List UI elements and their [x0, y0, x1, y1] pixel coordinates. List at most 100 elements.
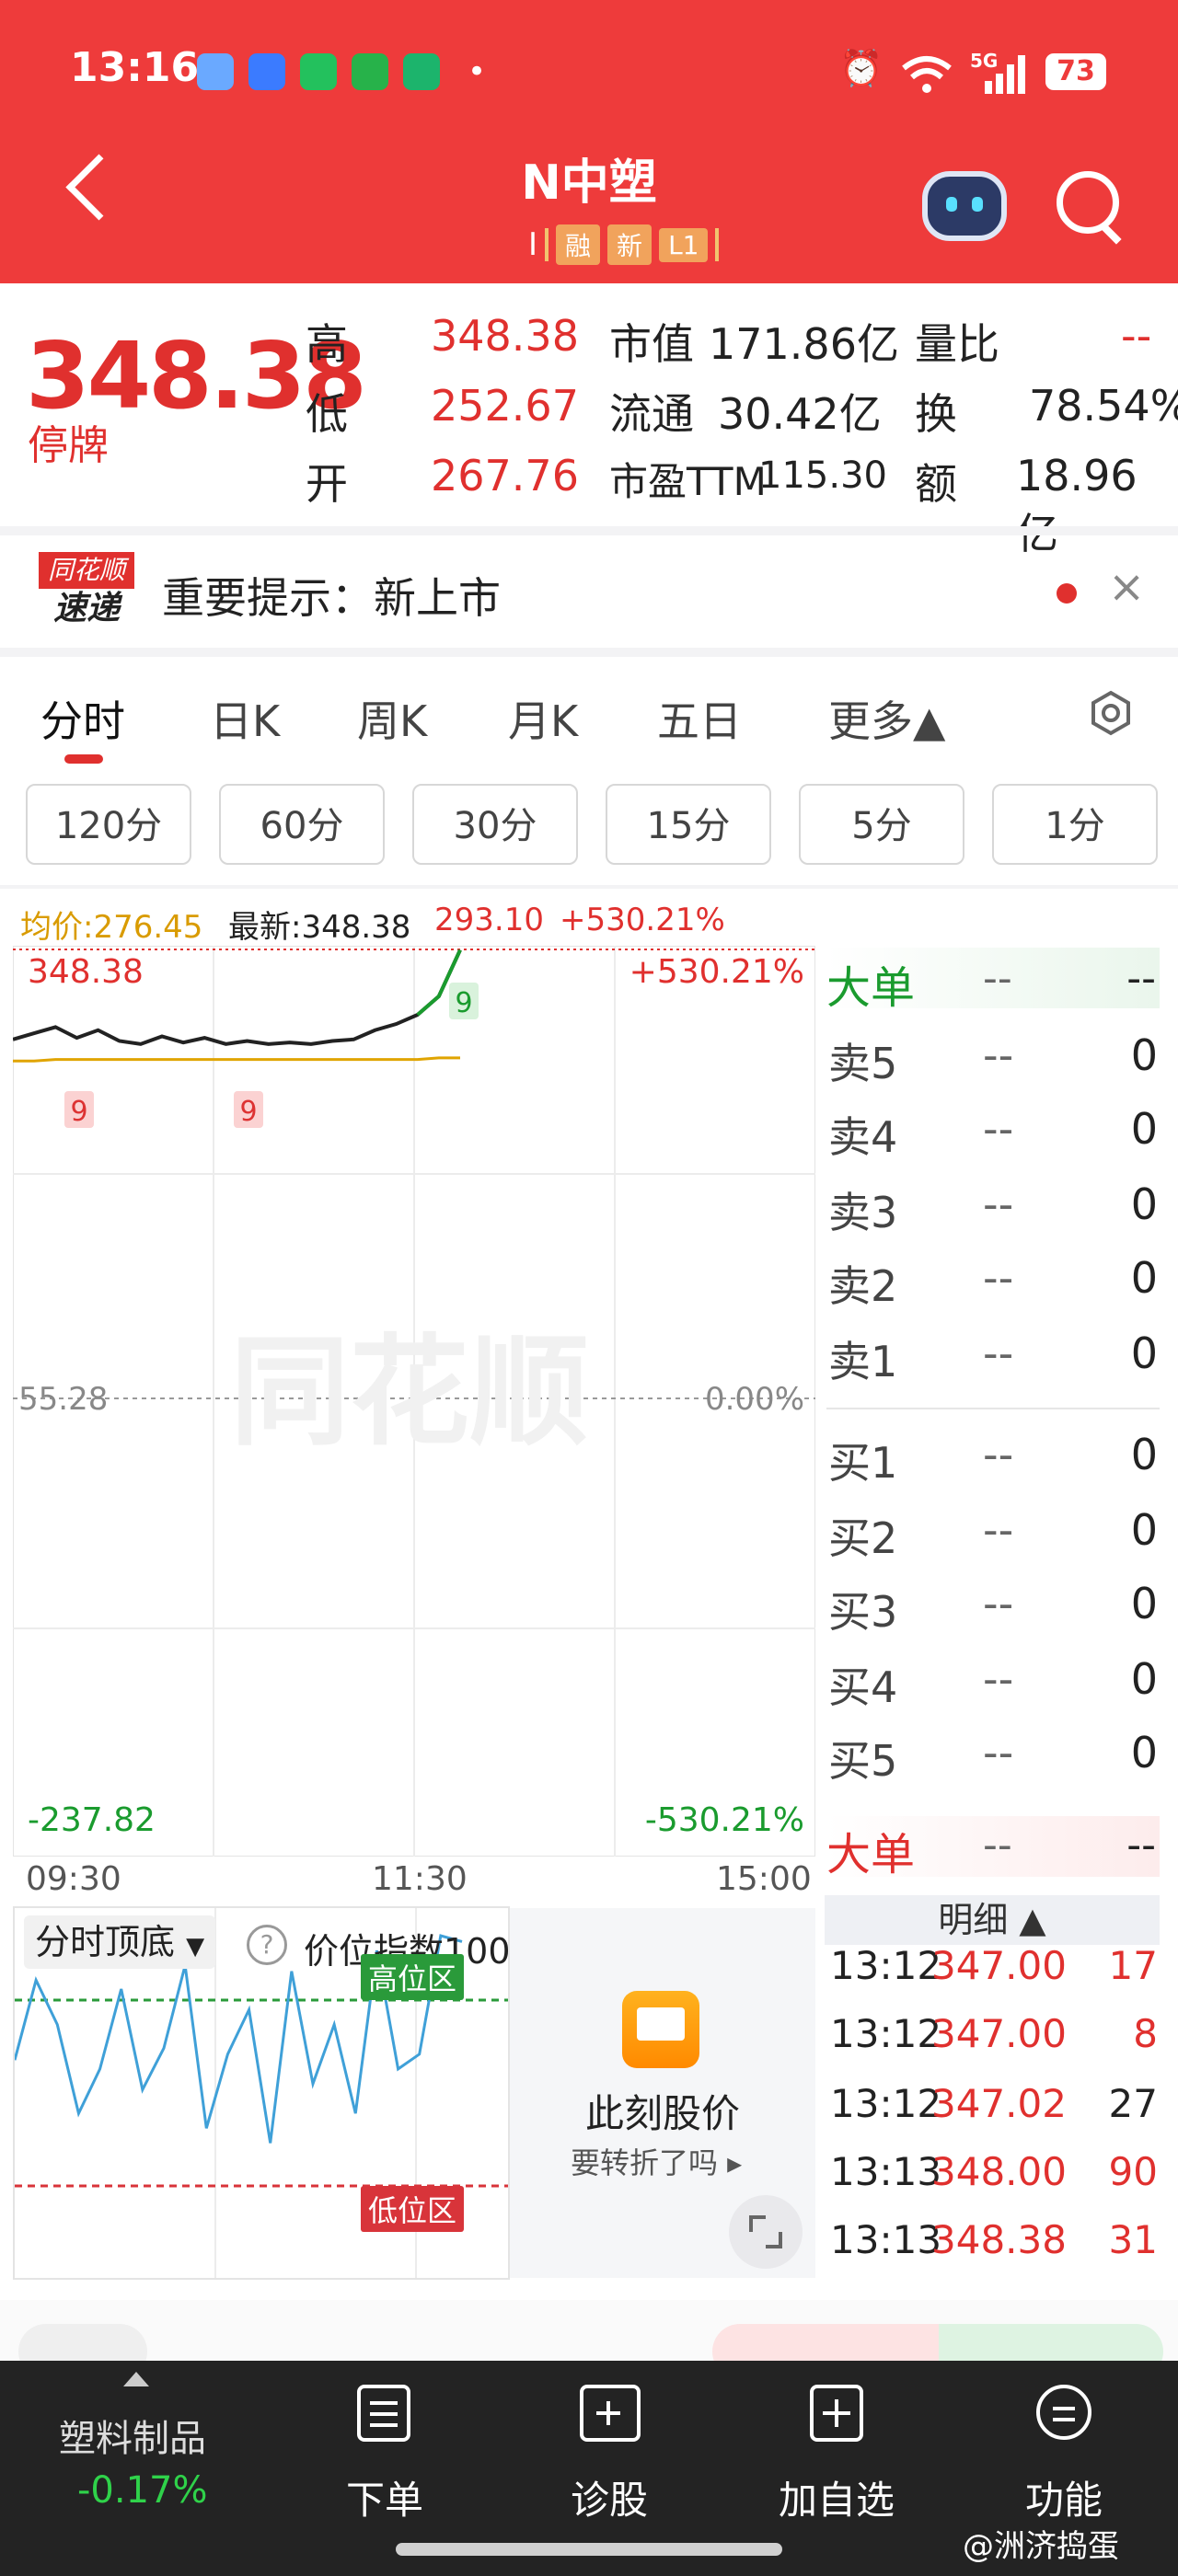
indicator-selector[interactable]: 分时顶底 ▼ [24, 1915, 216, 1969]
order-document-icon[interactable] [357, 2385, 410, 2442]
sell-5-label: 卖5 [828, 1039, 898, 1088]
buy-3-label: 买3 [828, 1587, 898, 1637]
interval-5min-button[interactable]: 5分 [799, 784, 964, 865]
notice-close-button[interactable]: × [1108, 561, 1145, 613]
sector-name[interactable]: 塑料制品 [59, 2409, 206, 2462]
label-open: 开 [306, 459, 348, 509]
trade-detail-row: 13:13 348.00 90 [826, 2149, 1160, 2219]
big-order-dash-right-bottom: -- [1126, 1822, 1156, 1869]
tab-weekly-k[interactable]: 周K [357, 688, 427, 749]
label-market-cap: 市值 [609, 319, 694, 369]
average-price-line [13, 1056, 460, 1063]
sell-4-row: 卖4 -- 0 [826, 1095, 1158, 1168]
functions-menu-icon[interactable] [1036, 2385, 1091, 2440]
sell-2-price: -- [983, 1253, 1014, 1303]
buy-1-row: 买1 -- 0 [826, 1420, 1158, 1494]
interval-1min-button[interactable]: 1分 [992, 784, 1158, 865]
sell-4-label: 卖4 [828, 1112, 898, 1162]
badge-level: L1 [659, 227, 709, 262]
buy-5-volume: 0 [1130, 1728, 1158, 1777]
big-order-label: 大单 [826, 962, 916, 1014]
interval-120min-button[interactable]: 120分 [26, 784, 191, 865]
search-icon[interactable] [1057, 171, 1119, 234]
buy-5-price: -- [983, 1728, 1014, 1777]
order-book-divider [826, 1408, 1160, 1409]
buy-2-volume: 0 [1130, 1505, 1158, 1555]
indicator-help-icon[interactable]: ? [247, 1925, 287, 1965]
signal-marker: 9 [239, 1096, 257, 1128]
signal-marker: 9 [455, 987, 472, 1019]
tab-daily-k[interactable]: 日K [210, 688, 280, 749]
trade-volume: 17 [1108, 1943, 1158, 1988]
big-order-bar-top: 大单 -- -- [826, 948, 1160, 1014]
notice-text[interactable]: 重要提示：新上市 [162, 565, 501, 626]
section-divider [0, 885, 1178, 889]
trade-price: 347.00 [931, 1943, 1067, 1988]
trade-volume: 8 [1133, 2011, 1158, 2056]
label-volume-ratio: 量比 [915, 319, 999, 369]
back-button[interactable] [65, 154, 133, 221]
interval-15min-button[interactable]: 15分 [606, 784, 771, 865]
tab-five-day[interactable]: 五日 [657, 688, 742, 749]
value-float-cap: 30.42亿 [718, 389, 882, 439]
badge-separator [545, 228, 549, 261]
scroll-content-edge [0, 2300, 1178, 2379]
carrier-app-icon [403, 53, 440, 90]
weather-app-icon [197, 53, 234, 90]
nav-functions[interactable]: 功能 [1025, 2469, 1103, 2525]
promo-subtitle[interactable]: 要转折了吗 ▸ [571, 2140, 742, 2182]
assistant-robot-icon[interactable] [922, 171, 1007, 241]
app-header: 13:16 • ⏰ 5G 73 N中塑 ⵏ 融 新 L1 [0, 0, 1178, 283]
value-pe-ttm: 115.30 [758, 454, 887, 497]
trade-time: 13:13 [830, 2149, 942, 2194]
sell-3-volume: 0 [1130, 1179, 1158, 1229]
trade-price: 348.00 [931, 2149, 1067, 2194]
sell-4-volume: 0 [1130, 1104, 1158, 1154]
buy-5-label: 买5 [828, 1736, 898, 1786]
status-time: 13:16 [70, 44, 200, 91]
home-indicator[interactable] [396, 2543, 782, 2556]
interval-60min-button[interactable]: 60分 [219, 784, 385, 865]
label-amount: 额 [915, 459, 957, 509]
detail-header-button[interactable]: 明细 ▲ [825, 1895, 1160, 1945]
tab-intraday[interactable]: 分时 [40, 688, 125, 749]
label-pe-ttm: 市盈TTM [609, 459, 767, 504]
trade-volume: 31 [1108, 2217, 1158, 2262]
interval-30min-button[interactable]: 30分 [412, 784, 578, 865]
alarm-icon: ⏰ [839, 48, 884, 88]
add-watchlist-icon[interactable] [810, 2385, 863, 2442]
source-watermark: @洲济捣蛋 [963, 2528, 1119, 2565]
tab-more[interactable]: 更多▲ [828, 688, 945, 749]
value-low: 252.67 [431, 381, 579, 431]
value-market-cap: 171.86亿 [709, 319, 899, 369]
y-axis-bottom-label: -237.82 [28, 1801, 156, 1839]
nav-diagnose-stock[interactable]: 诊股 [571, 2469, 648, 2525]
avg-price-label: 均价:276.45 [20, 909, 203, 946]
badge-new: 新 [607, 224, 653, 265]
label-high: 高 [306, 319, 348, 369]
big-order-label-bottom: 大单 [826, 1829, 916, 1880]
sector-expand-caret-icon[interactable] [123, 2372, 149, 2386]
dropdown-caret-icon: ▼ [186, 1933, 205, 1961]
buy-4-row: 买4 -- 0 [826, 1645, 1158, 1719]
nav-add-watchlist[interactable]: 加自选 [779, 2469, 895, 2525]
label-float-cap: 流通 [609, 389, 694, 439]
section-divider [0, 526, 1178, 535]
expand-icon[interactable] [729, 2195, 803, 2269]
big-order-dash-bottom: -- [983, 1822, 1012, 1869]
tab-monthly-k[interactable]: 月K [508, 688, 578, 749]
intraday-chart[interactable]: 同花顺 9 9 9 348.38 +530.21% 55.28 0.00% -237… [13, 946, 815, 1857]
sell-2-row: 卖2 -- 0 [826, 1244, 1158, 1317]
big-order-dash: -- [983, 955, 1012, 1002]
diagnose-medkit-icon[interactable] [580, 2385, 641, 2442]
trade-time: 13:12 [830, 2011, 942, 2056]
wifi-icon [902, 56, 952, 93]
browser-app-icon [248, 53, 285, 90]
signal-marker: 9 [70, 1096, 87, 1128]
robot-eye-right [972, 197, 983, 212]
nav-place-order[interactable]: 下单 [346, 2469, 423, 2525]
buy-4-volume: 0 [1130, 1654, 1158, 1704]
logo-top-text: 同花顺 [39, 552, 134, 589]
buy-2-label: 买2 [828, 1513, 898, 1563]
chart-settings-icon[interactable] [1088, 690, 1134, 736]
